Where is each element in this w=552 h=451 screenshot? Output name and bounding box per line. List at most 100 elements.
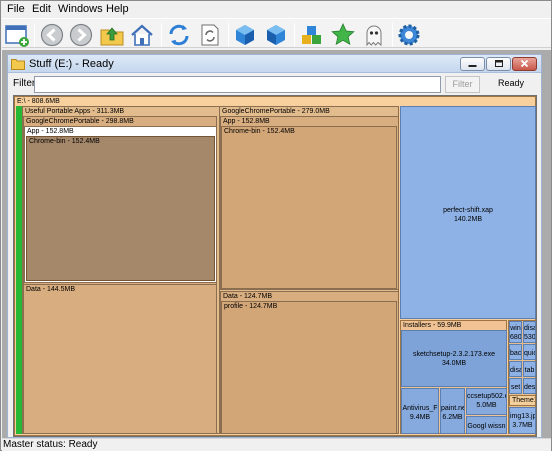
tm-small-g-label: set	[510, 384, 521, 391]
tm-small-b2: 530	[524, 334, 536, 341]
tm-small-h-label: des	[524, 384, 536, 391]
master-status: Master status: Ready	[3, 439, 98, 450]
tm-sketchsetup[interactable]: sketchsetup-2.3.2.173.exe 34.0MB	[401, 330, 507, 387]
tm-small-d[interactable]: quic	[523, 344, 536, 360]
tm-antivirus-size: 9.4MB	[409, 414, 431, 421]
filter-row: Filter Filter Ready	[8, 74, 541, 94]
cube-left-icon	[267, 25, 285, 45]
tm-antivirus[interactable]: Antivirus_F 9.4MB	[401, 388, 439, 434]
drive-window-title: Stuff (E:) - Ready	[29, 58, 114, 70]
tm-small-b[interactable]: disa 530	[523, 321, 536, 343]
drive-window-titlebar: Stuff (E:) - Ready	[8, 55, 541, 73]
new-window-icon	[5, 25, 29, 47]
ghost-icon	[366, 25, 382, 47]
settings-gear-icon	[398, 24, 420, 46]
toolbar	[2, 18, 551, 48]
refresh-icon	[169, 24, 189, 46]
tm-paint-size: 6.2MB	[442, 414, 463, 421]
tm-small-a2: 680	[510, 334, 522, 341]
minimize-icon	[468, 65, 477, 67]
tm-data-left-label: Data - 144.5MB	[26, 286, 76, 293]
blocks-button[interactable]	[298, 21, 326, 49]
tm-small-h[interactable]: des	[523, 378, 536, 394]
tm-google-installer[interactable]: Googl wissn	[466, 416, 507, 434]
tm-perfect-shift[interactable]: perfect-shift.xap 140.2MB	[400, 106, 536, 319]
tm-small-b1: disa	[524, 325, 536, 332]
tm-chrome-left[interactable]: Chrome-bin - 152.4MB	[26, 136, 215, 281]
home-icon	[131, 24, 153, 46]
tm-small-e[interactable]: disa	[509, 361, 522, 377]
menu-file[interactable]: File	[7, 3, 25, 16]
tm-paint[interactable]: paint.ne 6.2MB	[440, 388, 465, 434]
filter-input[interactable]	[34, 76, 441, 93]
tm-perfect-shift-size: 140.2MB	[453, 216, 483, 223]
back-button[interactable]	[38, 21, 66, 49]
close-icon	[520, 59, 529, 68]
blocks-icon	[302, 26, 321, 44]
maximize-icon	[495, 60, 503, 67]
menu-help[interactable]: Help	[106, 3, 129, 16]
tm-small-d-label: quic	[524, 350, 536, 357]
tm-sketchsetup-name: sketchsetup-2.3.2.173.exe	[412, 351, 496, 358]
forward-arrow-icon	[69, 23, 93, 47]
star-icon	[331, 23, 355, 46]
refresh-document-button[interactable]	[196, 21, 224, 49]
tm-small-g[interactable]: set	[509, 378, 522, 394]
tm-small-c-label: bac	[510, 350, 522, 357]
window-status: Ready	[497, 78, 524, 88]
menu-windows[interactable]: Windows	[58, 3, 103, 16]
tm-ccsetup-name: ccsetup502.e	[467, 393, 507, 400]
cube-button[interactable]	[231, 21, 259, 49]
tm-profile-label: profile - 124.7MB	[224, 303, 278, 310]
tm-ccsetup[interactable]: ccsetup502.e 5.0MB	[466, 388, 507, 415]
settings-button[interactable]	[395, 21, 423, 49]
cube-left-button[interactable]	[262, 21, 290, 49]
close-button[interactable]	[512, 57, 537, 71]
folder-icon	[11, 59, 25, 70]
tm-img13-name: img13.jp	[510, 413, 536, 420]
tm-perfect-shift-name: perfect-shift.xap	[443, 207, 493, 214]
forward-button[interactable]	[67, 21, 95, 49]
ghost-button[interactable]	[360, 21, 388, 49]
tm-chrome-left-label: Chrome-bin - 152.4MB	[29, 138, 100, 145]
tm-antivirus-name: Antivirus_F	[402, 405, 438, 412]
menu-edit[interactable]: Edit	[32, 3, 51, 16]
filter-label: Filter	[13, 78, 36, 89]
tm-img13-size: 3.7MB	[512, 422, 533, 429]
refresh-button[interactable]	[165, 21, 193, 49]
treemap[interactable]: E:\ - 808.6MB Useful Portable Apps - 311…	[13, 95, 537, 437]
tm-data-left[interactable]: Data - 144.5MB	[23, 284, 217, 434]
filter-button[interactable]: Filter	[445, 76, 480, 93]
drive-window: Stuff (E:) - Ready Filter Filter Ready E…	[7, 54, 542, 438]
folder-up-icon	[100, 27, 124, 46]
menubar: File Edit Windows Help	[2, 2, 551, 17]
tm-small-f-label: tab	[524, 367, 535, 374]
back-arrow-icon	[40, 23, 64, 47]
star-button[interactable]	[329, 21, 357, 49]
cube-icon	[236, 25, 254, 45]
tm-small-f[interactable]: tab	[523, 361, 536, 377]
status-bar: Master status: Ready	[2, 438, 551, 451]
mdi-workspace: Stuff (E:) - Ready Filter Filter Ready E…	[2, 50, 551, 438]
tm-ccsetup-size: 5.0MB	[476, 402, 497, 409]
home-button[interactable]	[128, 21, 156, 49]
tm-chrome-right[interactable]: Chrome-bin - 152.4MB	[221, 126, 397, 289]
app-window: File Edit Windows Help Stuff (E:) - Read…	[0, 0, 552, 451]
maximize-button[interactable]	[486, 57, 511, 71]
folder-up-button[interactable]	[98, 21, 126, 49]
tm-small-c[interactable]: bac	[509, 344, 522, 360]
tm-sketchsetup-size: 34.0MB	[441, 360, 467, 367]
tm-small-e-label: disa	[510, 367, 522, 374]
new-window-button[interactable]	[3, 21, 31, 49]
tm-small-a[interactable]: win 680	[509, 321, 522, 343]
tm-chrome-right-label: Chrome-bin - 152.4MB	[224, 128, 295, 135]
tm-img13[interactable]: img13.jp 3.7MB	[509, 407, 536, 434]
tm-paint-name: paint.ne	[441, 405, 465, 412]
tm-google-installer-name: Googl wissn	[467, 423, 506, 430]
tm-theme1-label: Theme1	[512, 397, 536, 404]
minimize-button[interactable]	[460, 57, 485, 71]
tm-small-a1: win	[510, 325, 521, 332]
tm-profile[interactable]: profile - 124.7MB	[221, 301, 397, 434]
refresh-document-icon	[201, 24, 219, 46]
tm-theme1[interactable]: Theme1	[509, 395, 536, 406]
